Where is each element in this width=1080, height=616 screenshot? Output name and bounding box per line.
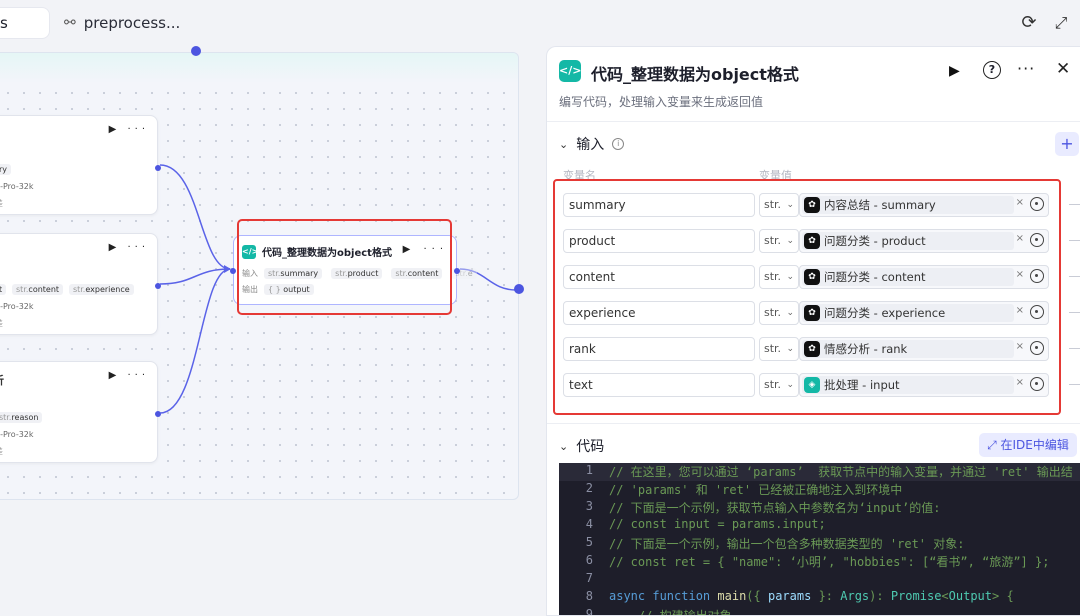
tab-label: s — [0, 14, 8, 32]
add-variable-button[interactable]: + — [1055, 132, 1079, 156]
edit-in-ide-button[interactable]: ⤢ 在IDE中编辑 — [979, 433, 1077, 457]
help-icon[interactable]: ? — [983, 61, 1001, 79]
code-editor[interactable]: 1// 在这里，您可以通过 ‘params’ 获取节点中的输入变量，并通过 'r… — [559, 463, 1080, 616]
remove-dash[interactable] — [1069, 384, 1080, 385]
chevron-down-icon: ⌄ — [559, 439, 569, 453]
input-section-header[interactable]: ⌄ 输入 i — [559, 134, 625, 154]
code-section-header[interactable]: ⌄ 代码 — [559, 436, 604, 456]
highlight-box-code-node — [237, 219, 452, 315]
code-node-panel: </> 代码_整理数据为object格式 ▶ ? ··· ✕ 编写代码，处理输入… — [546, 46, 1080, 616]
code-line: 6// const ret = { "name": ‘小明’, "hobbies… — [585, 553, 1050, 569]
output-port[interactable] — [454, 268, 460, 274]
remove-dash[interactable] — [1069, 240, 1080, 241]
canvas-connector-dot[interactable] — [191, 46, 201, 56]
info-icon[interactable]: i — [612, 138, 625, 150]
run-icon[interactable]: ▶ — [949, 63, 960, 79]
remove-dash[interactable] — [1069, 204, 1080, 205]
divider — [547, 423, 1080, 424]
code-line: 9 // 构建输出对象 — [585, 607, 732, 616]
code-line: 3// 下面是一个示例，获取节点输入中参数名为‘input’的值: — [585, 499, 941, 515]
remove-dash[interactable] — [1069, 348, 1080, 349]
code-line: 8 async function main({ params }: Args): … — [585, 589, 1014, 603]
refresh-icon[interactable]: ⟳ — [1018, 12, 1040, 34]
remove-dash[interactable] — [1069, 276, 1080, 277]
code-line: 7 — [585, 571, 593, 585]
close-icon[interactable]: ✕ — [1056, 59, 1070, 79]
code-line: 2// 'params' 和 'ret' 已经被正确地注入到环境中 — [585, 481, 903, 497]
expand-icon: ⤢ — [987, 438, 1001, 452]
input-port[interactable] — [230, 268, 236, 274]
code-line: 1// 在这里，您可以通过 ‘params’ 获取节点中的输入变量，并通过 'r… — [559, 463, 1080, 481]
tab-label: preprocess... — [83, 14, 181, 32]
highlight-box-variables — [553, 179, 1061, 415]
code-line: 4// const input = params.input; — [585, 517, 826, 531]
panel-description: 编写代码，处理输入变量来生成返回值 — [559, 95, 764, 109]
workflow-tab-current[interactable]: s — [0, 7, 50, 39]
fullscreen-icon[interactable]: ⤢ — [1050, 12, 1072, 34]
workflow-tab-preprocess[interactable]: ⚯ preprocess... — [64, 7, 180, 39]
workflow-icon: ⚯ — [64, 15, 76, 31]
code-line: 5// 下面是一个示例，输出一个包含多种数据类型的 'ret' 对象: — [585, 535, 965, 551]
divider — [547, 121, 1080, 122]
remove-dash[interactable] — [1069, 312, 1080, 313]
edge-end-port[interactable] — [514, 284, 524, 294]
chevron-down-icon: ⌄ — [559, 137, 569, 151]
code-icon: </> — [559, 60, 581, 82]
panel-title: 代码_整理数据为object格式 — [591, 65, 799, 84]
more-icon[interactable]: ··· — [1017, 59, 1035, 78]
workflow-canvas[interactable]: ǐ ▶ ··· ry 5-Pro-32k 差 ǐ ▶ ··· t str.con… — [0, 52, 519, 500]
